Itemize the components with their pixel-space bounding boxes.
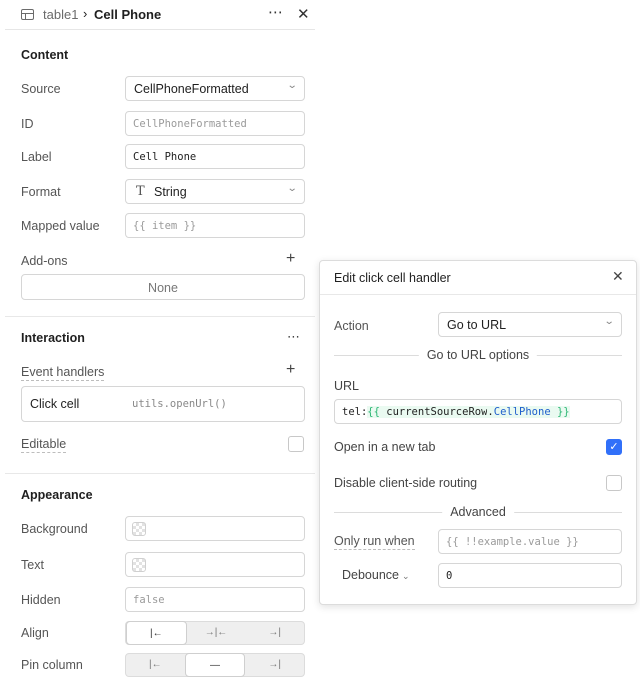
url-variable: currentSourceRow [386, 406, 488, 418]
debounce-input[interactable]: 0 [438, 563, 622, 588]
add-addon-icon[interactable]: + [286, 250, 295, 268]
popover-divider [320, 294, 636, 295]
close-icon[interactable]: ✕ [612, 268, 624, 285]
pin-left-icon[interactable]: |← [126, 654, 185, 676]
text-label: Text [21, 558, 44, 572]
url-property: CellPhone [493, 406, 551, 418]
editable-label: Editable [21, 437, 67, 453]
debounce-label: Debounce [342, 568, 399, 582]
interaction-section-title[interactable]: Interaction [21, 331, 85, 345]
interaction-more-icon[interactable]: ⋯ [287, 329, 300, 345]
debounce-value: 0 [446, 570, 453, 582]
label-label: Label [21, 150, 52, 164]
background-label: Background [21, 522, 88, 536]
label-input[interactable]: Cell Phone [125, 144, 305, 169]
section-divider [5, 473, 315, 474]
component-name[interactable]: Cell Phone [94, 7, 161, 22]
mapped-value-input[interactable]: {{ item }} [125, 213, 305, 238]
url-close-bracket: }} [550, 406, 570, 418]
addons-label: Add-ons [21, 254, 68, 268]
edit-handler-popover: Edit click cell handler ✕ Action Go to U… [319, 260, 637, 605]
chevron-down-icon: ⌄ [402, 571, 410, 581]
id-input[interactable]: CellPhoneFormatted [125, 111, 305, 136]
hidden-label: Hidden [21, 593, 61, 607]
source-label: Source [21, 82, 61, 96]
close-icon[interactable]: ✕ [297, 5, 310, 23]
color-swatch-icon[interactable] [132, 522, 146, 536]
align-segmented-control[interactable]: |← →|← →| [125, 621, 305, 645]
inspector-header: table1 › Cell Phone ⋯ ✕ [5, 0, 315, 30]
only-run-when-label: Only run when [334, 534, 415, 550]
hidden-input[interactable]: false [125, 587, 305, 612]
more-options-icon[interactable]: ⋯ [268, 3, 284, 21]
pin-right-icon[interactable]: →| [245, 654, 304, 676]
id-placeholder: CellPhoneFormatted [133, 118, 247, 130]
pin-column-segmented-control[interactable]: |← — →| [125, 653, 305, 677]
color-swatch-icon[interactable] [132, 558, 146, 572]
breadcrumb-chevron-icon: › [83, 6, 88, 21]
go-to-url-options-heading: Go to URL options [418, 348, 538, 362]
action-select[interactable]: Go to URL ⌄ [438, 312, 622, 337]
appearance-section-title[interactable]: Appearance [21, 488, 93, 502]
align-center-icon[interactable]: →|← [187, 622, 246, 644]
source-select[interactable]: CellPhoneFormatted ⌄ [125, 76, 305, 101]
addons-none-box[interactable]: None [21, 274, 305, 300]
action-label: Action [334, 319, 369, 333]
only-run-when-input[interactable]: {{ !!example.value }} [438, 529, 622, 554]
url-open-bracket: {{ [367, 406, 387, 418]
go-to-url-options-divider: Go to URL options [334, 348, 622, 362]
advanced-heading: Advanced [442, 505, 514, 519]
popover-title: Edit click cell handler [334, 271, 451, 285]
format-select[interactable]: T String ⌄ [125, 179, 305, 204]
debounce-dropdown[interactable]: Debounce ⌄ [342, 568, 410, 582]
format-value: String [154, 185, 187, 199]
action-value: Go to URL [447, 318, 507, 332]
breadcrumb-parent[interactable]: table1 [43, 7, 78, 22]
format-label: Format [21, 185, 61, 199]
pin-column-label: Pin column [21, 658, 83, 672]
add-event-handler-icon[interactable]: + [286, 361, 295, 379]
align-left-icon[interactable]: |← [126, 621, 187, 645]
text-color-input[interactable] [125, 552, 305, 577]
url-prefix: tel: [342, 406, 368, 418]
url-label: URL [334, 379, 360, 393]
source-value: CellPhoneFormatted [134, 82, 249, 96]
event-handler-event: Click cell [30, 397, 80, 411]
advanced-divider: Advanced [334, 505, 622, 519]
disable-routing-label: Disable client-side routing [334, 476, 478, 490]
hidden-placeholder: false [133, 594, 165, 606]
chevron-down-icon: ⌄ [603, 316, 615, 327]
align-right-icon[interactable]: →| [245, 622, 304, 644]
new-tab-checkbox[interactable]: ✓ [606, 439, 622, 455]
section-divider [5, 316, 315, 317]
event-handler-action: utils.openUrl() [132, 398, 227, 410]
url-dot: . [487, 406, 494, 418]
mapped-value-placeholder: {{ item }} [133, 220, 197, 232]
pin-none-icon[interactable]: — [184, 653, 246, 677]
event-handler-item[interactable]: Click cell utils.openUrl() [21, 386, 305, 422]
url-input[interactable]: tel:{{ currentSourceRow.CellPhone }} [334, 399, 622, 424]
chevron-down-icon: ⌄ [286, 183, 298, 194]
table-icon [21, 9, 34, 20]
mapped-value-label: Mapped value [21, 219, 100, 233]
new-tab-label: Open in a new tab [334, 440, 436, 454]
align-label: Align [21, 626, 49, 640]
inspector-panel: table1 › Cell Phone ⋯ ✕ Content Source C… [5, 0, 315, 690]
event-handlers-label: Event handlers [21, 365, 105, 381]
url-value: tel:{{ currentSourceRow.CellPhone }} [342, 406, 570, 418]
background-color-input[interactable] [125, 516, 305, 541]
only-run-when-placeholder: {{ !!example.value }} [446, 536, 579, 548]
id-label: ID [21, 117, 34, 131]
disable-routing-checkbox[interactable] [606, 475, 622, 491]
content-section-title[interactable]: Content [21, 48, 68, 62]
label-value: Cell Phone [133, 151, 197, 163]
editable-checkbox[interactable] [288, 436, 304, 452]
text-type-icon: T [136, 184, 145, 199]
chevron-down-icon: ⌄ [286, 80, 298, 91]
